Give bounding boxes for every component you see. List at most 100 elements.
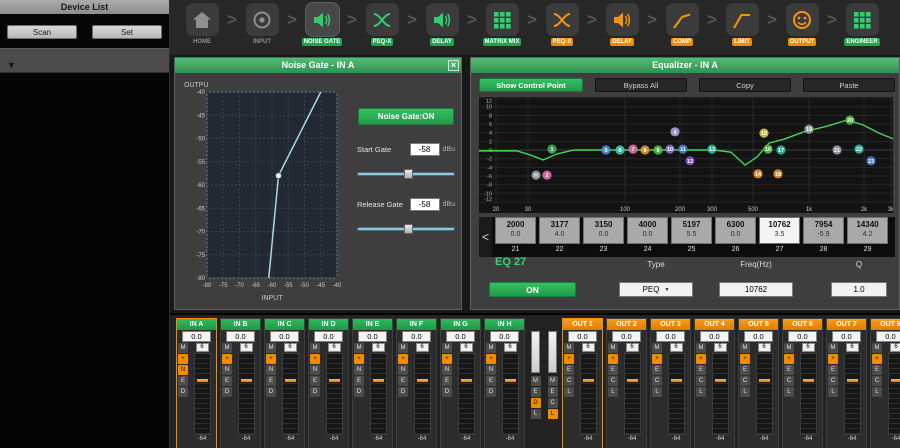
release-gate-value[interactable]: -58 bbox=[410, 198, 440, 211]
channel-strip-in-h[interactable]: IN H0.0M+NED6-64 bbox=[484, 318, 525, 448]
eq-button[interactable]: E bbox=[531, 387, 541, 397]
fader-handle[interactable] bbox=[670, 378, 683, 383]
eq-button[interactable]: E bbox=[696, 365, 706, 375]
fader-handle[interactable] bbox=[758, 378, 771, 383]
plus-button[interactable]: + bbox=[486, 354, 496, 364]
mute-button[interactable]: M bbox=[784, 343, 794, 353]
fader-handle[interactable] bbox=[372, 378, 385, 383]
toolbar-item-matrix-mix[interactable]: MATRIX MIX bbox=[480, 3, 524, 46]
delay-button[interactable]: D bbox=[310, 387, 320, 397]
plus-button[interactable]: + bbox=[652, 354, 662, 364]
channel-strip-in-b[interactable]: IN B0.0M+NED6-64 bbox=[220, 318, 261, 448]
eq-band-26[interactable]: 63000.026 bbox=[715, 217, 756, 257]
mute-button[interactable]: M bbox=[266, 343, 276, 353]
channel-gain-value[interactable]: 0.0 bbox=[490, 331, 519, 342]
mute-button[interactable]: M bbox=[398, 343, 408, 353]
channel-gain-value[interactable]: 0.0 bbox=[270, 331, 299, 342]
fader-track[interactable] bbox=[712, 353, 729, 435]
delay-button[interactable]: D bbox=[266, 387, 276, 397]
channel-gain-value[interactable]: 0.0 bbox=[446, 331, 475, 342]
fader-handle[interactable] bbox=[846, 378, 859, 383]
eq-band-24[interactable]: 40000.024 bbox=[627, 217, 668, 257]
noise-gate-button[interactable]: N bbox=[354, 365, 364, 375]
eq-band-28[interactable]: 7954-5.928 bbox=[803, 217, 844, 257]
channel-strip-out-8[interactable]: OUT 80.0M+ECL6-64 bbox=[870, 318, 900, 448]
fader-handle[interactable] bbox=[802, 378, 815, 383]
fader-track[interactable] bbox=[370, 353, 387, 435]
scan-button[interactable]: Scan bbox=[7, 25, 77, 39]
limit-button[interactable]: L bbox=[652, 387, 662, 397]
eq-button[interactable]: E bbox=[608, 365, 618, 375]
limit-button[interactable]: L bbox=[608, 387, 618, 397]
mute-button[interactable]: M bbox=[354, 343, 364, 353]
noise-gate-button[interactable]: N bbox=[442, 365, 452, 375]
channel-strip-in-f[interactable]: IN F0.0M+NED6-64 bbox=[396, 318, 437, 448]
eq-button[interactable]: E bbox=[178, 376, 188, 386]
channel-strip-out-2[interactable]: OUT 20.0M+ECL6-64 bbox=[606, 318, 647, 448]
channel-fader[interactable]: 6-64 bbox=[321, 343, 347, 444]
fader-handle[interactable] bbox=[890, 378, 900, 383]
channel-fader[interactable]: 6-64 bbox=[663, 343, 689, 444]
plus-button[interactable]: + bbox=[178, 354, 188, 364]
channel-strip-in-a[interactable]: IN A0.0M+NED6-64 bbox=[176, 318, 217, 448]
comp-button[interactable]: C bbox=[564, 376, 574, 386]
plus-button[interactable]: + bbox=[222, 354, 232, 364]
filter-type-select[interactable]: PEQ ▼ bbox=[619, 282, 693, 297]
limit-button[interactable]: L bbox=[548, 409, 558, 419]
band-on-button[interactable]: ON bbox=[489, 282, 576, 297]
channel-fader[interactable]: 6-64 bbox=[189, 343, 215, 444]
eq-band-22[interactable]: 31774.022 bbox=[539, 217, 580, 257]
show-control-point-button[interactable]: Show Control Point bbox=[479, 78, 583, 92]
delay-button[interactable]: D bbox=[398, 387, 408, 397]
channel-strip-out-7[interactable]: OUT 70.0M+ECL6-64 bbox=[826, 318, 867, 448]
delay-button[interactable]: D bbox=[354, 387, 364, 397]
mute-button[interactable]: M bbox=[828, 343, 838, 353]
delay-button[interactable]: D bbox=[222, 387, 232, 397]
slider-thumb[interactable] bbox=[404, 224, 413, 234]
noise-gate-graph[interactable]: -40-45-50-55-60-65-70-75-80-80-75-70-65-… bbox=[181, 78, 351, 304]
limit-button[interactable]: L bbox=[696, 387, 706, 397]
scroll-left-icon[interactable]: < bbox=[479, 217, 492, 257]
toolbar-item-output[interactable]: OUTPUT bbox=[780, 3, 824, 46]
limit-button[interactable]: L bbox=[740, 387, 750, 397]
eq-button[interactable]: E bbox=[398, 376, 408, 386]
comp-button[interactable]: C bbox=[828, 376, 838, 386]
slider-thumb[interactable] bbox=[404, 169, 413, 179]
mute-button[interactable]: M bbox=[872, 343, 882, 353]
comp-button[interactable]: C bbox=[872, 376, 882, 386]
channel-strip-out-6[interactable]: OUT 60.0M+ECL6-64 bbox=[782, 318, 823, 448]
eq-button[interactable]: E bbox=[548, 387, 558, 397]
start-gate-slider[interactable] bbox=[357, 168, 455, 180]
channel-fader[interactable]: 6-64 bbox=[751, 343, 777, 444]
eq-button[interactable]: E bbox=[784, 365, 794, 375]
eq-button[interactable]: E bbox=[266, 376, 276, 386]
comp-button[interactable]: C bbox=[652, 376, 662, 386]
device-tree-collapse[interactable]: ▼ bbox=[0, 48, 169, 73]
start-gate-value[interactable]: -58 bbox=[410, 143, 440, 156]
channel-gain-value[interactable]: 0.0 bbox=[744, 331, 773, 342]
fader-handle[interactable] bbox=[714, 378, 727, 383]
plus-button[interactable]: + bbox=[354, 354, 364, 364]
toolbar-item-delay[interactable]: DELAY bbox=[420, 3, 464, 46]
comp-button[interactable]: C bbox=[608, 376, 618, 386]
fader-handle[interactable] bbox=[416, 378, 429, 383]
noise-gate-button[interactable]: N bbox=[310, 365, 320, 375]
eq-button[interactable]: E bbox=[872, 365, 882, 375]
master-strip[interactable]: MECL bbox=[545, 318, 560, 448]
channel-gain-value[interactable]: 0.0 bbox=[314, 331, 343, 342]
eq-band-21[interactable]: 20000.021 bbox=[495, 217, 536, 257]
eq-button[interactable]: E bbox=[828, 365, 838, 375]
limit-button[interactable]: L bbox=[531, 409, 541, 419]
mute-button[interactable]: M bbox=[564, 343, 574, 353]
channel-strip-in-e[interactable]: IN E0.0M+NED6-64 bbox=[352, 318, 393, 448]
fader-track[interactable] bbox=[282, 353, 299, 435]
fader-track[interactable] bbox=[668, 353, 685, 435]
limit-button[interactable]: L bbox=[872, 387, 882, 397]
fader-track[interactable] bbox=[238, 353, 255, 435]
eq-button[interactable]: E bbox=[354, 376, 364, 386]
fader-track[interactable] bbox=[624, 353, 641, 435]
eq-button[interactable]: E bbox=[652, 365, 662, 375]
master-strip[interactable]: MEDL bbox=[528, 318, 543, 448]
limit-button[interactable]: L bbox=[564, 387, 574, 397]
delay-button[interactable]: D bbox=[531, 398, 541, 408]
